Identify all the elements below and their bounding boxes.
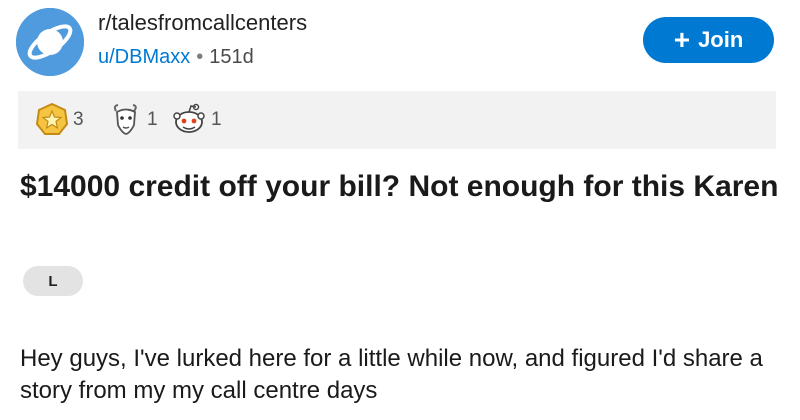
- award-count: 3: [73, 109, 84, 130]
- award-count: 1: [147, 109, 158, 130]
- gold-star-award-icon: [36, 103, 68, 135]
- post-body: Hey guys, I've lurked here for a little …: [20, 345, 763, 404]
- join-button-label: Join: [698, 27, 744, 52]
- planet-icon[interactable]: [16, 8, 84, 76]
- join-button[interactable]: + Join: [643, 17, 774, 63]
- award-snoo[interactable]: 1: [172, 101, 222, 139]
- post-age: 151d: [209, 46, 254, 68]
- snoo-award-icon: [173, 103, 205, 133]
- award-goat[interactable]: 1: [110, 101, 158, 139]
- plus-icon: +: [673, 24, 691, 55]
- post-flair[interactable]: L: [23, 266, 83, 296]
- goat-award-icon: [113, 104, 137, 135]
- awards-bar[interactable]: 3 1 1: [18, 91, 776, 149]
- meta-separator: •: [196, 46, 204, 68]
- award-count: 1: [211, 109, 222, 130]
- award-gold-star[interactable]: 3: [36, 101, 84, 139]
- subreddit-name[interactable]: r/talesfromcallcenters: [98, 10, 307, 36]
- post-title[interactable]: $14000 credit off your bill? Not enough …: [20, 166, 780, 207]
- post-meta: u/DBMaxx • 151d: [98, 46, 254, 69]
- author-link[interactable]: u/DBMaxx: [98, 46, 190, 68]
- post-header: r/talesfromcallcenters u/DBMaxx • 151d + J…: [0, 0, 800, 82]
